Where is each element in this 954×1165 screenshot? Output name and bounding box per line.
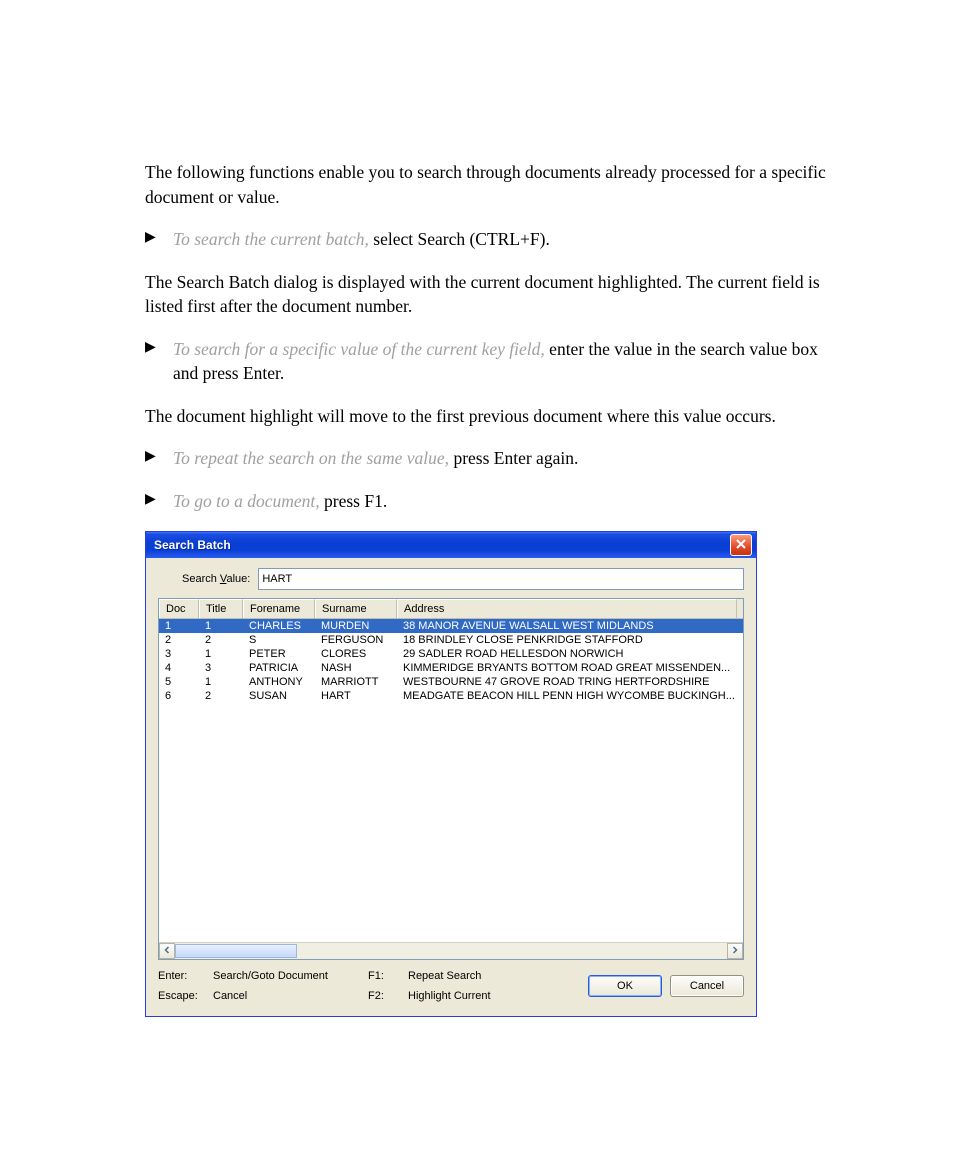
dialog-titlebar[interactable]: Search Batch: [146, 532, 756, 558]
table-row[interactable]: 6 2 SUSAN HART MEADGATE BEACON HILL PENN…: [159, 689, 743, 703]
horizontal-scrollbar[interactable]: [159, 942, 743, 959]
scrollbar-thumb[interactable]: [175, 944, 297, 958]
table-row[interactable]: 2 2 S FERGUSON 18 BRINDLEY CLOSE PENKRID…: [159, 633, 743, 647]
search-value-label: Search Value:: [182, 573, 250, 585]
hint-f1-key: F1:: [368, 970, 408, 982]
intro-paragraph: The following functions enable you to se…: [145, 160, 844, 209]
bullet-lead: To repeat the search on the same value,: [173, 448, 453, 468]
listview-header[interactable]: Doc Title Forename Surname Address: [159, 599, 743, 619]
bullet-lead: To search for a specific value of the cu…: [173, 339, 549, 359]
scrollbar-track[interactable]: [175, 943, 727, 959]
bullet-rest: press Enter again.: [453, 448, 578, 468]
scroll-left-button[interactable]: [159, 943, 175, 959]
column-forename[interactable]: Forename: [243, 599, 315, 618]
column-title[interactable]: Title: [199, 599, 243, 618]
cancel-button[interactable]: Cancel: [670, 975, 744, 997]
scroll-right-button[interactable]: [727, 943, 743, 959]
hint-enter-key: Enter:: [158, 970, 213, 982]
column-surname[interactable]: Surname: [315, 599, 397, 618]
hint-escape-value: Cancel: [213, 990, 368, 1002]
search-batch-dialog: Search Batch Search Value: Doc: [145, 531, 757, 1017]
bullet-repeat-search: ▶ To repeat the search on the same value…: [145, 446, 844, 471]
bullet-rest: press F1.: [324, 491, 387, 511]
table-row[interactable]: 3 1 PETER CLORES 29 SADLER ROAD HELLESDO…: [159, 647, 743, 661]
hint-f2-key: F2:: [368, 990, 408, 1002]
search-value-input[interactable]: [258, 568, 744, 590]
paragraph-dialog-displayed: The Search Batch dialog is displayed wit…: [145, 270, 844, 319]
triangle-bullet-icon: ▶: [145, 227, 173, 249]
column-doc[interactable]: Doc: [159, 599, 199, 618]
paragraph-highlight-move: The document highlight will move to the …: [145, 404, 844, 429]
ok-button[interactable]: OK: [588, 975, 662, 997]
bullet-lead: To go to a document,: [173, 491, 324, 511]
hint-enter-value: Search/Goto Document: [213, 970, 368, 982]
table-row[interactable]: 4 3 PATRICIA NASH KIMMERIDGE BRYANTS BOT…: [159, 661, 743, 675]
bullet-rest: select Search (CTRL+F).: [373, 229, 550, 249]
dialog-title: Search Batch: [154, 538, 730, 552]
table-row[interactable]: 1 1 CHARLES MURDEN 38 MANOR AVENUE WALSA…: [159, 619, 743, 633]
table-row[interactable]: 5 1 ANTHONY MARRIOTT WESTBOURNE 47 GROVE…: [159, 675, 743, 689]
bullet-goto-document: ▶ To go to a document, press F1.: [145, 489, 844, 514]
hint-f1-value: Repeat Search: [408, 970, 543, 982]
chevron-right-icon: [731, 945, 739, 957]
chevron-left-icon: [163, 945, 171, 957]
hint-escape-key: Escape:: [158, 990, 213, 1002]
bullet-search-batch: ▶ To search the current batch, select Se…: [145, 227, 844, 252]
close-icon: [736, 538, 746, 552]
triangle-bullet-icon: ▶: [145, 337, 173, 359]
column-address[interactable]: Address: [397, 599, 737, 618]
triangle-bullet-icon: ▶: [145, 489, 173, 511]
bullet-lead: To search the current batch,: [173, 229, 373, 249]
hint-f2-value: Highlight Current: [408, 990, 543, 1002]
results-listview[interactable]: Doc Title Forename Surname Address 1 1 C…: [158, 598, 744, 960]
bullet-search-value: ▶ To search for a specific value of the …: [145, 337, 844, 386]
triangle-bullet-icon: ▶: [145, 446, 173, 468]
close-button[interactable]: [730, 534, 752, 556]
